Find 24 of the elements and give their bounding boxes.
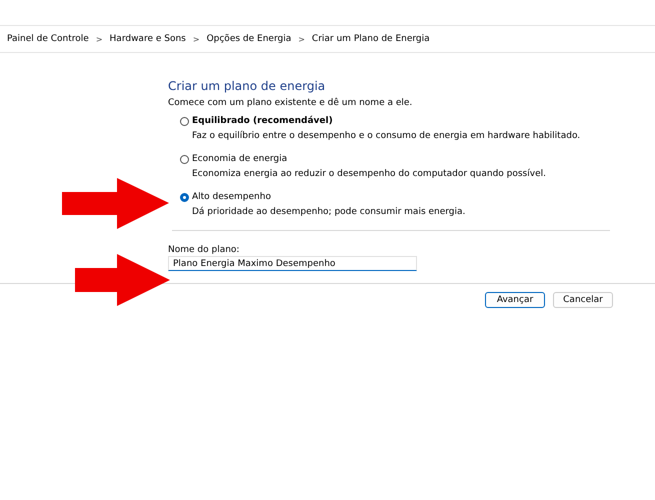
breadcrumb-item[interactable]: Painel de Controle	[7, 34, 89, 44]
breadcrumb-separator: >	[298, 34, 305, 44]
intro-text: Comece com um plano existente e dê um nome a ele.	[168, 98, 414, 108]
page-title: Criar um plano de energia	[168, 79, 326, 93]
breadcrumb-item[interactable]: Criar um Plano de Energia	[312, 34, 430, 44]
breadcrumb-item[interactable]: Hardware e Sons	[110, 34, 186, 44]
plan-label[interactable]: Economia de energia	[192, 154, 288, 164]
breadcrumb-separator: >	[96, 34, 103, 44]
arrow-icon	[62, 178, 169, 229]
dialog-button[interactable]: Avançar	[485, 292, 545, 308]
plan-label[interactable]: Alto desempenho	[192, 192, 271, 202]
plan-label[interactable]: Equilibrado (recomendável)	[192, 116, 333, 126]
arrow-icon	[75, 254, 170, 306]
breadcrumb-separator: >	[192, 34, 200, 44]
field-label: Nome do plano:	[168, 245, 240, 255]
radio-button[interactable]	[180, 116, 189, 126]
plan-name-field[interactable]: Plano Energia Maximo Desempenho	[168, 256, 417, 271]
plan-description: Dá prioridade ao desempenho; pode consumir mais energia.	[192, 207, 466, 217]
plan-description: Economiza energia ao reduzir o desempenho do computador quando possível.	[192, 169, 547, 179]
plan-description: Faz o equilíbrio entre o desempenho e o consumo de energia em hardware habilitado.	[192, 131, 582, 141]
dialog-button[interactable]: Cancelar	[553, 292, 613, 308]
radio-button[interactable]	[180, 154, 189, 164]
breadcrumb-item[interactable]: Opções de Energia	[206, 34, 292, 44]
radio-button[interactable]	[180, 192, 189, 202]
